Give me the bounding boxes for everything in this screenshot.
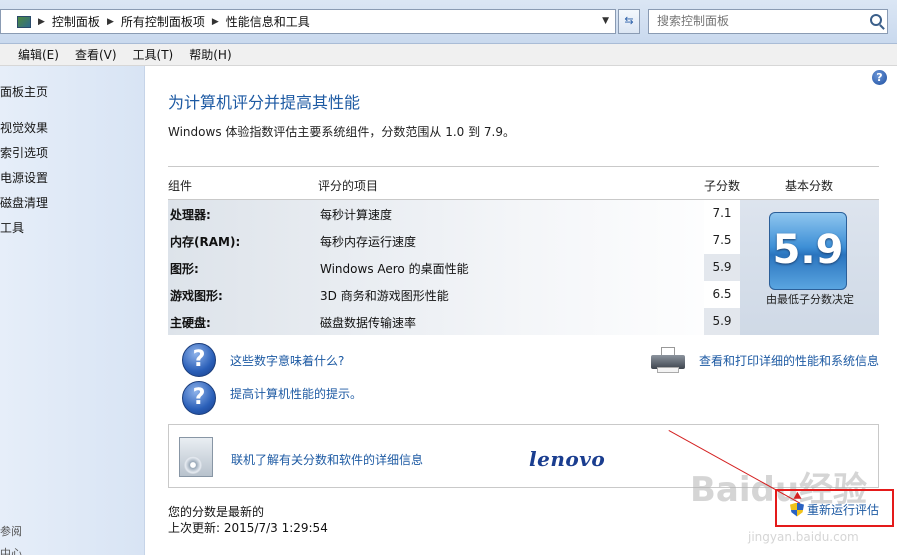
table-row-subscore: 5.9 [704,308,740,335]
breadcrumb-all-items[interactable]: 所有控制面板项 [121,13,205,30]
refresh-button[interactable]: ⇆ [618,9,640,34]
help-icon[interactable]: ? [872,70,887,85]
sidebar-item-home[interactable]: 面板主页 [0,83,48,100]
header-component: 组件 [168,179,193,193]
watermark-url: jingyan.baidu.com [748,530,859,544]
chevron-right-icon[interactable]: ▶ [212,17,219,27]
online-info-link[interactable]: 联机了解有关分数和软件的详细信息 [231,451,423,468]
divider [168,166,879,167]
table-row-item: Windows Aero 的桌面性能 [320,262,469,276]
search-input[interactable] [649,10,849,32]
question-icon: ? [182,343,216,377]
menu-edit[interactable]: 编辑(E) [18,46,59,63]
menu-view[interactable]: 查看(V) [75,46,117,63]
lenovo-logo: lenovo [529,447,606,471]
table-row-item: 3D 商务和游戏图形性能 [320,289,449,303]
search-icon[interactable] [870,14,882,26]
menu-help[interactable]: 帮助(H) [189,46,231,63]
sidebar-item-tools[interactable]: 工具 [0,219,24,236]
sidebar-item-center[interactable]: 中心 [0,545,22,555]
table-row-component: 处理器: [170,208,211,222]
address-bar[interactable]: ▶ 控制面板 ▶ 所有控制面板项 ▶ 性能信息和工具 ▼ [0,9,616,34]
page-description: Windows 体验指数评估主要系统组件，分数范围从 1.0 到 7.9。 [168,125,515,139]
printer-icon [651,347,685,373]
question-icon: ? [182,381,216,415]
software-box-icon [179,437,213,477]
header-rated-item: 评分的项目 [318,179,379,193]
sidebar: 面板主页 视觉效果 索引选项 电源设置 磁盘清理 工具 参阅 中心 [0,66,145,555]
sidebar-item-indexing[interactable]: 索引选项 [0,144,48,161]
address-toolbar: ▼ ▶ 控制面板 ▶ 所有控制面板项 ▶ 性能信息和工具 ▼ ⇆ [0,0,897,44]
table-row-subscore: 7.1 [704,200,740,227]
control-panel-icon [17,15,31,28]
table-row-subscore: 5.9 [704,254,740,281]
breadcrumb-control-panel[interactable]: 控制面板 [52,13,100,30]
chevron-right-icon[interactable]: ▶ [107,17,114,27]
table-row-component: 主硬盘: [170,316,211,330]
menu-tools[interactable]: 工具(T) [133,46,174,63]
sidebar-item-power[interactable]: 电源设置 [0,169,48,186]
what-numbers-mean-link[interactable]: 这些数字意味着什么? [230,352,344,369]
base-score-caption: 由最低子分数决定 [766,293,854,306]
page-title: 为计算机评分并提高其性能 [168,93,361,112]
base-score-panel: 5.9 由最低子分数决定 [740,200,879,335]
menu-bar: 编辑(E) 查看(V) 工具(T) 帮助(H) [0,44,897,66]
annotation-highlight-box [775,489,894,527]
address-dropdown-icon[interactable]: ▼ [602,16,609,26]
table-row-component: 图形: [170,262,199,276]
table-row-component: 游戏图形: [170,289,223,303]
table-row-item: 每秒计算速度 [320,208,393,222]
header-base-score: 基本分数 [785,179,834,193]
performance-tips-link[interactable]: 提高计算机性能的提示。 [230,385,362,402]
table-row-subscore: 6.5 [704,281,740,308]
chevron-right-icon[interactable]: ▶ [38,17,45,27]
sidebar-see-also: 参阅 [0,525,22,538]
table-row-item: 每秒内存运行速度 [320,235,417,249]
table-row-item: 磁盘数据传输速率 [320,316,417,330]
sidebar-item-disk-cleanup[interactable]: 磁盘清理 [0,194,48,211]
print-details-link[interactable]: 查看和打印详细的性能和系统信息 [699,352,879,369]
score-status: 您的分数是最新的 [168,505,265,519]
last-update: 上次更新: 2015/7/3 1:29:54 [168,521,328,535]
base-score-badge: 5.9 [769,212,847,290]
header-subscore: 子分数 [704,179,741,193]
table-row-subscore: 7.5 [704,227,740,254]
search-box [648,9,888,34]
table-row-component: 内存(RAM): [170,235,241,249]
breadcrumb-performance[interactable]: 性能信息和工具 [226,13,310,30]
sidebar-item-visual-effects[interactable]: 视觉效果 [0,119,48,136]
